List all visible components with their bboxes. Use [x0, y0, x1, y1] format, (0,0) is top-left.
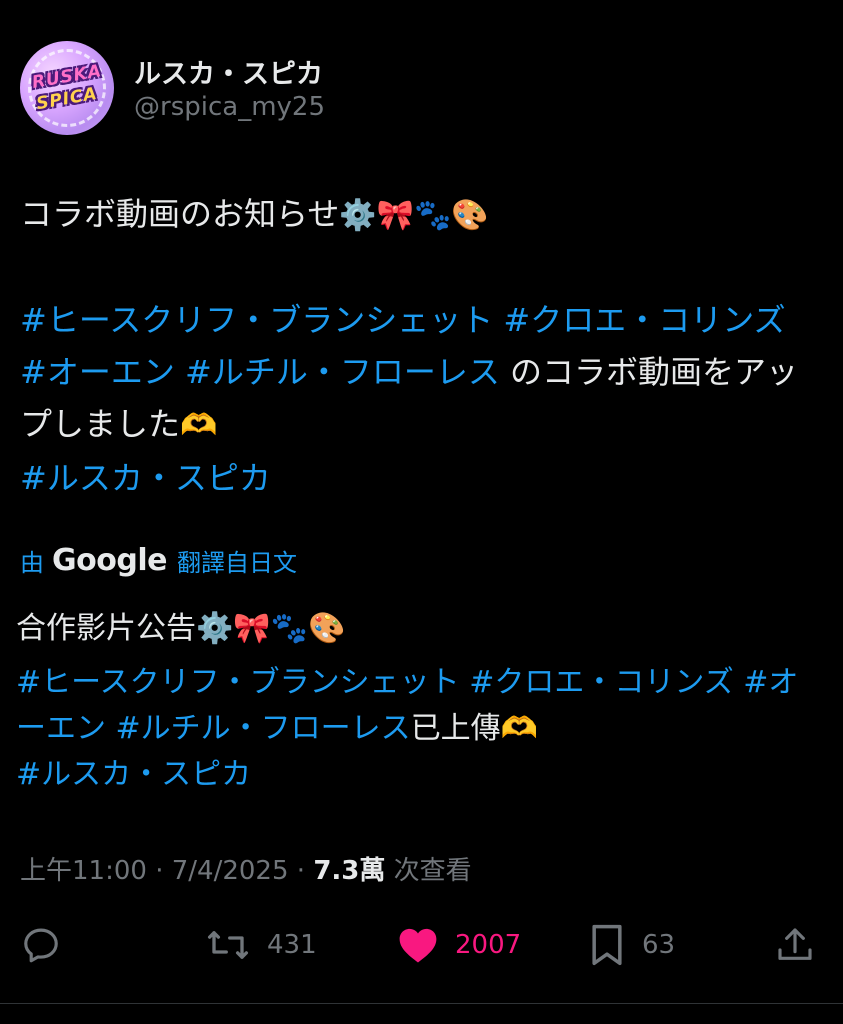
hashtag-link[interactable]: #ルチル・フローレス	[185, 353, 500, 391]
retweet-icon	[207, 931, 249, 959]
post-line1-text: コラボ動画のお知らせ	[20, 195, 340, 233]
hashtag-link[interactable]: #ヒースクリフ・ブランシェット	[16, 665, 460, 700]
google-logo: Google	[52, 542, 167, 578]
hashtag-link[interactable]: #ルスカ・スピカ	[16, 757, 251, 792]
retweet-button[interactable]: 431	[205, 915, 317, 975]
translated-body-text: 已上傳	[410, 711, 501, 746]
heart-hands-emoji: 🫶	[180, 408, 218, 443]
share-icon	[778, 928, 812, 960]
reply-button[interactable]	[20, 915, 62, 975]
share-button[interactable]	[775, 915, 815, 975]
user-handle[interactable]: @rspica_my25	[134, 92, 325, 122]
views-count: 7.3萬	[313, 856, 386, 886]
post-time[interactable]: 上午11:00	[20, 856, 147, 886]
hashtag-link[interactable]: #ルスカ・スピカ	[20, 459, 271, 497]
post-line1-emojis: ⚙️🎀🐾🎨	[339, 198, 489, 233]
translated-line1-text: 合作影片公告	[16, 611, 196, 646]
post-text: コラボ動画のお知らせ⚙️🎀🐾🎨 #ヒースクリフ・ブランシェット #クロエ・コリン…	[20, 188, 820, 504]
post-body: #ヒースクリフ・ブランシェット #クロエ・コリンズ #オーエン #ルチル・フロー…	[20, 294, 820, 504]
bookmark-count: 63	[642, 930, 676, 960]
translation-attribution[interactable]: 由 Google 翻譯自日文	[20, 540, 297, 580]
divider	[0, 1003, 843, 1004]
display-name[interactable]: ルスカ・スピカ	[134, 52, 323, 91]
reply-icon	[24, 928, 58, 963]
hashtag-link[interactable]: #クロエ・コリンズ	[469, 665, 734, 700]
translated-line1-emojis: ⚙️🎀🐾🎨	[196, 611, 346, 646]
retweet-count: 431	[267, 930, 317, 960]
like-button[interactable]: 2007	[397, 915, 521, 975]
translated-body: #ヒースクリフ・ブランシェット #クロエ・コリンズ #オーエン #ルチル・フロー…	[16, 660, 826, 798]
post-line-1: コラボ動画のお知らせ⚙️🎀🐾🎨	[20, 188, 820, 242]
bookmark-button[interactable]: 63	[588, 915, 675, 975]
hashtag-link[interactable]: #ヒースクリフ・ブランシェット	[20, 301, 493, 339]
hashtag-link[interactable]: #オーエン	[20, 353, 175, 391]
heart-icon	[399, 928, 437, 963]
views-label: 次查看	[385, 856, 472, 886]
translation-source-label: 翻譯自日文	[176, 548, 297, 577]
like-count: 2007	[455, 930, 522, 960]
bookmark-icon	[592, 924, 622, 966]
avatar[interactable]: RUSKA SPICA	[20, 41, 114, 135]
hashtag-link[interactable]: #クロエ・コリンズ	[503, 301, 785, 339]
translated-line-1: 合作影片公告⚙️🎀🐾🎨	[16, 606, 826, 652]
action-bar: 431 2007 63	[0, 915, 843, 975]
hashtag-link[interactable]: #ルチル・フローレス	[116, 711, 411, 746]
heart-hands-emoji: 🫶	[500, 711, 539, 746]
post-date[interactable]: 7/4/2025	[172, 856, 289, 886]
post-meta: 上午11:00 · 7/4/2025 · 7.3萬 次查看	[20, 856, 472, 886]
translation-prefix: 由	[20, 548, 44, 577]
translated-text: 合作影片公告⚙️🎀🐾🎨 #ヒースクリフ・ブランシェット #クロエ・コリンズ #オ…	[16, 606, 826, 798]
